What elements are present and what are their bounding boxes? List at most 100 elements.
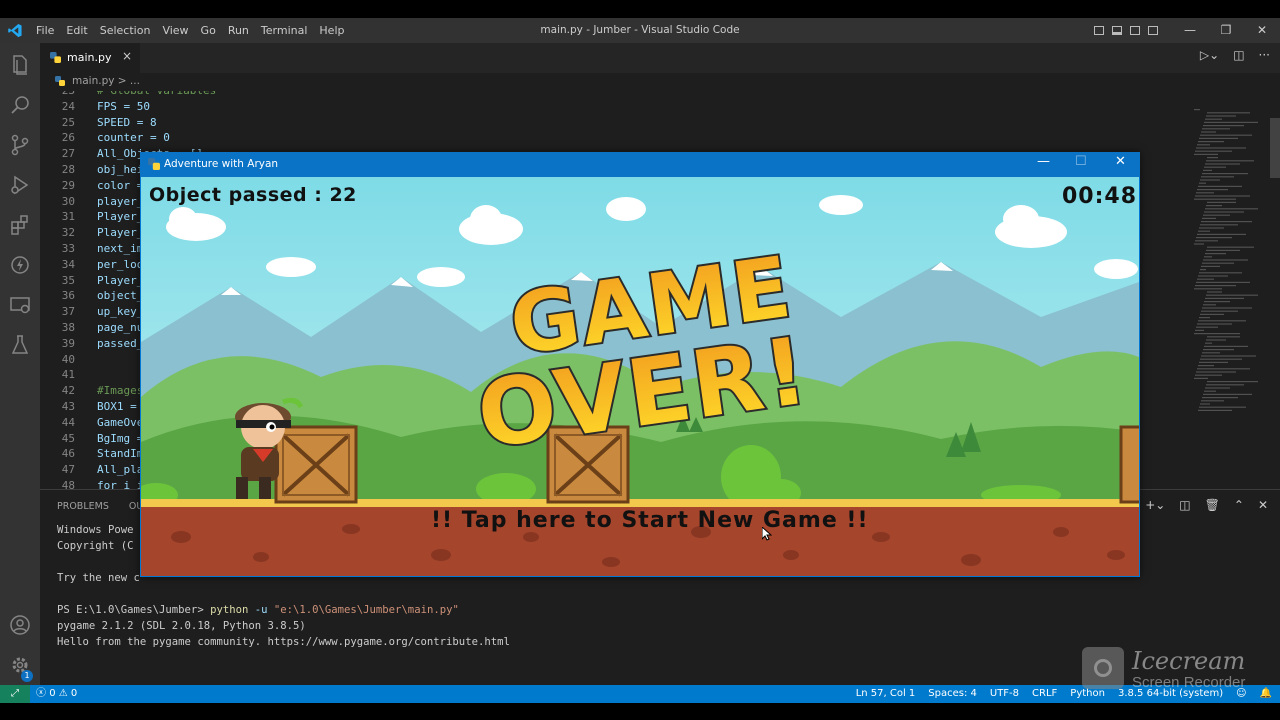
menu-file[interactable]: File: [30, 18, 60, 43]
remote-icon[interactable]: [8, 253, 32, 277]
game-timer: 00:48: [1061, 184, 1137, 209]
terminal-token: PS E:\1.0\Games\Jumber>: [57, 604, 211, 616]
terminal-line: Hello from the pygame community. https:/…: [57, 636, 510, 648]
terminal-line: pygame 2.1.2 (SDL 2.0.18, Python 3.8.5): [57, 620, 306, 632]
tab-label: main.py: [67, 51, 112, 64]
menu-view[interactable]: View: [156, 18, 194, 43]
pygame-window-title: Adventure with Aryan: [164, 158, 279, 170]
pygame-minimize-icon[interactable]: —: [1037, 154, 1050, 169]
activity-bar: 1: [0, 43, 40, 685]
pygame-close-icon[interactable]: ✕: [1115, 154, 1126, 169]
watermark-name: Icecream: [1132, 647, 1246, 675]
code-line[interactable]: 24 FPS = 50: [40, 100, 1140, 116]
menu-go[interactable]: Go: [195, 18, 222, 43]
code-line[interactable]: 26 counter = 0: [40, 131, 1140, 147]
code-text: for i i: [97, 479, 144, 489]
code-text: page_nu: [97, 321, 144, 334]
breadcrumb: main.py > ...: [40, 73, 1190, 91]
line-number: 32: [61, 226, 75, 240]
code-text: All_pla: [97, 463, 144, 477]
source-control-icon[interactable]: [8, 133, 32, 157]
menu-edit[interactable]: Edit: [60, 18, 93, 43]
error-icon: ⓧ: [36, 688, 46, 699]
kill-terminal-icon[interactable]: 🗑: [1205, 498, 1220, 512]
code-text: next_im: [97, 242, 144, 255]
run-debug-icon[interactable]: [8, 173, 32, 197]
split-terminal-icon[interactable]: ◫: [1179, 498, 1190, 512]
minimap[interactable]: [1190, 91, 1270, 489]
menu-bar: File Edit Selection View Go Run Terminal…: [30, 18, 350, 43]
close-window-icon[interactable]: ✕: [1244, 18, 1280, 43]
python-file-icon: [50, 52, 61, 63]
split-editor-icon[interactable]: ◫: [1233, 48, 1244, 62]
line-number: 30: [61, 194, 75, 208]
remote-indicator-icon[interactable]: ⤢: [0, 685, 30, 703]
run-file-icon[interactable]: ▷⌄: [1200, 48, 1219, 62]
menu-run[interactable]: Run: [222, 18, 255, 43]
line-number: 26: [61, 131, 75, 145]
problems-indicator[interactable]: ⓧ 0 ⚠ 0: [36, 685, 77, 703]
python-file-icon: [55, 76, 65, 86]
search-icon[interactable]: [8, 93, 32, 117]
remote-explorer-icon[interactable]: [8, 293, 32, 317]
code-text: player_: [97, 194, 144, 208]
menu-selection[interactable]: Selection: [94, 18, 157, 43]
toggle-panel-icon[interactable]: [1112, 26, 1122, 35]
account-icon[interactable]: [8, 613, 32, 637]
tab-main-py[interactable]: main.py ×: [40, 43, 140, 73]
line-ending[interactable]: CRLF: [1032, 685, 1057, 703]
terminal-token: "e:\1.0\Games\Jumber\main.py": [273, 604, 459, 616]
minimize-window-icon[interactable]: —: [1172, 18, 1208, 43]
menu-terminal[interactable]: Terminal: [255, 18, 314, 43]
testing-icon[interactable]: [8, 333, 32, 357]
line-number: 39: [61, 336, 75, 350]
code-text: SPEED = 8: [97, 115, 157, 129]
customize-layout-icon[interactable]: [1148, 26, 1158, 35]
code-text: color =: [97, 178, 144, 192]
code-text: BOX1 =: [97, 400, 137, 413]
maximize-panel-icon[interactable]: ⌃: [1234, 498, 1244, 512]
more-actions-icon[interactable]: ···: [1259, 48, 1270, 62]
mouse-cursor-icon: [762, 527, 772, 541]
line-number: 36: [61, 289, 75, 303]
line-number: 41: [61, 368, 75, 382]
menu-help[interactable]: Help: [313, 18, 350, 43]
breadcrumb-file[interactable]: main.py > ...: [72, 75, 140, 87]
restore-window-icon[interactable]: ❐: [1208, 18, 1244, 43]
line-number: 27: [61, 147, 75, 161]
code-text: counter = 0: [97, 131, 170, 145]
code-text: obj_hei: [97, 163, 144, 176]
line-number: 34: [61, 257, 75, 271]
code-text: # Global variables: [97, 91, 216, 97]
explorer-icon[interactable]: [8, 53, 32, 77]
cursor-position[interactable]: Ln 57, Col 1: [856, 685, 916, 703]
code-line[interactable]: 23 # Global variables: [40, 91, 1140, 100]
crate: [274, 425, 358, 504]
line-number: 37: [61, 305, 75, 319]
line-number: 28: [61, 163, 75, 176]
line-number: 24: [61, 99, 75, 113]
indentation[interactable]: Spaces: 4: [928, 685, 977, 703]
code-text: passed_: [97, 336, 144, 350]
code-line[interactable]: 25 SPEED = 8: [40, 116, 1140, 132]
warning-count: 0: [70, 688, 78, 699]
extensions-icon[interactable]: [8, 213, 32, 237]
new-terminal-icon[interactable]: +⌄: [1145, 498, 1165, 512]
editor-scrollbar[interactable]: [1270, 118, 1280, 178]
encoding[interactable]: UTF-8: [990, 685, 1019, 703]
code-text: up_key_: [97, 305, 144, 319]
close-tab-icon[interactable]: ×: [122, 49, 132, 63]
close-panel-icon[interactable]: ✕: [1258, 498, 1268, 512]
pygame-maximize-icon[interactable]: ☐: [1075, 154, 1087, 169]
game-canvas[interactable]: GAME OVER! Object passed : 22 00:48 !! T…: [141, 177, 1139, 576]
start-new-game-button[interactable]: !! Tap here to Start New Game !!: [431, 508, 868, 533]
line-number: 23: [40, 91, 75, 97]
toggle-secondary-sidebar-icon[interactable]: [1130, 26, 1140, 35]
code-text: object_: [97, 289, 144, 303]
error-count: 0: [49, 688, 56, 699]
toggle-sidebar-icon[interactable]: [1094, 26, 1104, 35]
settings-badge: 1: [21, 670, 33, 682]
tab-problems[interactable]: PROBLEMS: [57, 501, 109, 512]
line-number: 43: [61, 400, 75, 413]
